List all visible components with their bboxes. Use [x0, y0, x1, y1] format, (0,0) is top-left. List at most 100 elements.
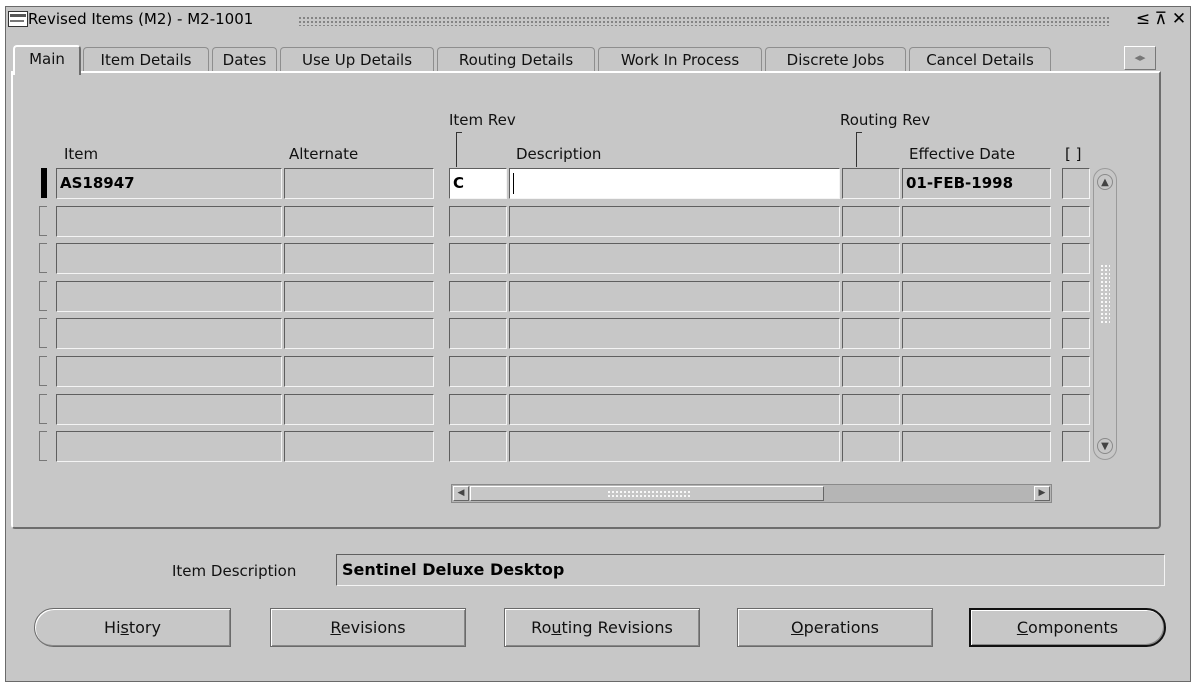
item-cell[interactable]	[56, 394, 282, 425]
effective-date-cell[interactable]	[902, 431, 1051, 462]
current-record-indicator[interactable]	[41, 168, 47, 198]
record-indicator[interactable]	[39, 243, 47, 273]
vertical-scrollbar[interactable]: ▲ ▼	[1093, 168, 1117, 460]
record-indicator[interactable]	[39, 281, 47, 311]
tab-work-in-process[interactable]: Work In Process	[598, 47, 762, 73]
description-cell[interactable]	[509, 168, 840, 199]
effective-date-cell[interactable]	[902, 206, 1051, 237]
scroll-right-icon[interactable]: ▶	[1034, 486, 1050, 501]
alternate-cell[interactable]	[284, 431, 434, 462]
routing-revisions-button[interactable]: Routing Revisions	[504, 608, 700, 647]
operations-button[interactable]: Operations	[737, 608, 933, 647]
item-cell[interactable]	[56, 318, 282, 349]
routing-rev-cell[interactable]	[842, 243, 900, 274]
description-cell[interactable]	[509, 206, 840, 237]
tab-cancel-details[interactable]: Cancel Details	[909, 47, 1051, 73]
record-indicator[interactable]	[39, 356, 47, 386]
scroll-left-icon[interactable]: ◀	[453, 486, 469, 501]
flexfield-cell[interactable]	[1062, 243, 1090, 274]
item-cell[interactable]	[56, 356, 282, 387]
flexfield-cell[interactable]	[1062, 394, 1090, 425]
item-rev-cell[interactable]	[449, 318, 507, 349]
flexfield-cell[interactable]	[1062, 431, 1090, 462]
routing-rev-cell[interactable]	[842, 318, 900, 349]
tab-routing-details[interactable]: Routing Details	[437, 47, 595, 73]
record-indicator[interactable]	[39, 394, 47, 424]
record-indicator[interactable]	[39, 206, 47, 236]
item-description-field[interactable]: Sentinel Deluxe Desktop	[336, 554, 1165, 586]
description-cell[interactable]	[509, 281, 840, 312]
item-cell[interactable]: AS18947	[56, 168, 282, 199]
header-routing-rev: Routing Rev	[840, 111, 931, 129]
tab-use-up-details[interactable]: Use Up Details	[280, 47, 434, 73]
maximize-icon[interactable]: ⊼	[1152, 9, 1170, 29]
item-rev-cell[interactable]	[449, 356, 507, 387]
item-cell[interactable]	[56, 243, 282, 274]
effective-date-cell[interactable]	[902, 318, 1051, 349]
text-cursor	[513, 173, 514, 194]
alternate-cell[interactable]	[284, 243, 434, 274]
horizontal-scrollbar[interactable]: ◀ ▶	[451, 484, 1052, 503]
effective-date-cell[interactable]	[902, 394, 1051, 425]
item-rev-cell[interactable]	[449, 394, 507, 425]
routing-rev-cell[interactable]	[842, 168, 900, 199]
item-rev-cell[interactable]	[449, 281, 507, 312]
revisions-button-label-b: evisions	[340, 618, 406, 637]
minimize-icon[interactable]: ≤	[1134, 9, 1152, 29]
effective-date-cell[interactable]	[902, 356, 1051, 387]
routing-rev-cell[interactable]	[842, 394, 900, 425]
tab-main[interactable]: Main	[13, 45, 81, 75]
routing-revisions-button-label-b: ting Revisions	[561, 618, 673, 637]
record-indicator[interactable]	[39, 431, 47, 461]
item-cell[interactable]	[56, 281, 282, 312]
description-cell[interactable]	[509, 394, 840, 425]
description-cell[interactable]	[509, 318, 840, 349]
flexfield-cell[interactable]	[1062, 206, 1090, 237]
routing-rev-cell[interactable]	[842, 356, 900, 387]
routing-rev-cell[interactable]	[842, 431, 900, 462]
item-cell[interactable]	[56, 206, 282, 237]
scroll-up-icon[interactable]: ▲	[1097, 174, 1113, 190]
description-cell[interactable]	[509, 431, 840, 462]
tab-item-details[interactable]: Item Details	[83, 47, 209, 73]
effective-date-cell[interactable]	[902, 281, 1051, 312]
header-item: Item	[64, 145, 99, 163]
flexfield-cell[interactable]	[1062, 356, 1090, 387]
revisions-button[interactable]: Revisions	[270, 608, 466, 647]
components-button[interactable]: Components	[969, 608, 1166, 647]
item-rev-cell[interactable]	[449, 206, 507, 237]
description-cell[interactable]	[509, 356, 840, 387]
record-indicator[interactable]	[39, 318, 47, 348]
effective-date-cell[interactable]: 01-FEB-1998	[902, 168, 1051, 199]
alternate-cell[interactable]	[284, 394, 434, 425]
tab-dates[interactable]: Dates	[212, 47, 277, 73]
item-rev-cell[interactable]: C	[449, 168, 507, 199]
horizontal-scroll-thumb[interactable]	[470, 486, 824, 501]
flexfield-cell[interactable]	[1062, 281, 1090, 312]
alternate-cell[interactable]	[284, 206, 434, 237]
scroll-thumb-grip	[607, 490, 691, 498]
history-button[interactable]: History	[34, 608, 231, 647]
operations-button-label-b: perations	[803, 618, 879, 637]
item-rev-cell[interactable]	[449, 243, 507, 274]
close-icon[interactable]: ✕	[1170, 9, 1188, 29]
routing-revisions-button-label-a: Ro	[531, 618, 552, 637]
item-rev-cell[interactable]	[449, 431, 507, 462]
tab-scroll-icon[interactable]: ◂▸	[1124, 46, 1156, 70]
header-flexfield: [ ]	[1065, 145, 1082, 163]
operations-button-mnemonic: O	[791, 618, 804, 637]
scroll-thumb-grip[interactable]	[1100, 264, 1110, 324]
alternate-cell[interactable]	[284, 356, 434, 387]
flexfield-cell[interactable]	[1062, 168, 1090, 199]
alternate-cell[interactable]	[284, 281, 434, 312]
description-cell[interactable]	[509, 243, 840, 274]
routing-rev-cell[interactable]	[842, 206, 900, 237]
flexfield-cell[interactable]	[1062, 318, 1090, 349]
effective-date-cell[interactable]	[902, 243, 1051, 274]
tab-discrete-jobs[interactable]: Discrete Jobs	[765, 47, 906, 73]
routing-rev-cell[interactable]	[842, 281, 900, 312]
item-cell[interactable]	[56, 431, 282, 462]
alternate-cell[interactable]	[284, 318, 434, 349]
scroll-down-icon[interactable]: ▼	[1097, 438, 1113, 454]
alternate-cell[interactable]	[284, 168, 434, 199]
